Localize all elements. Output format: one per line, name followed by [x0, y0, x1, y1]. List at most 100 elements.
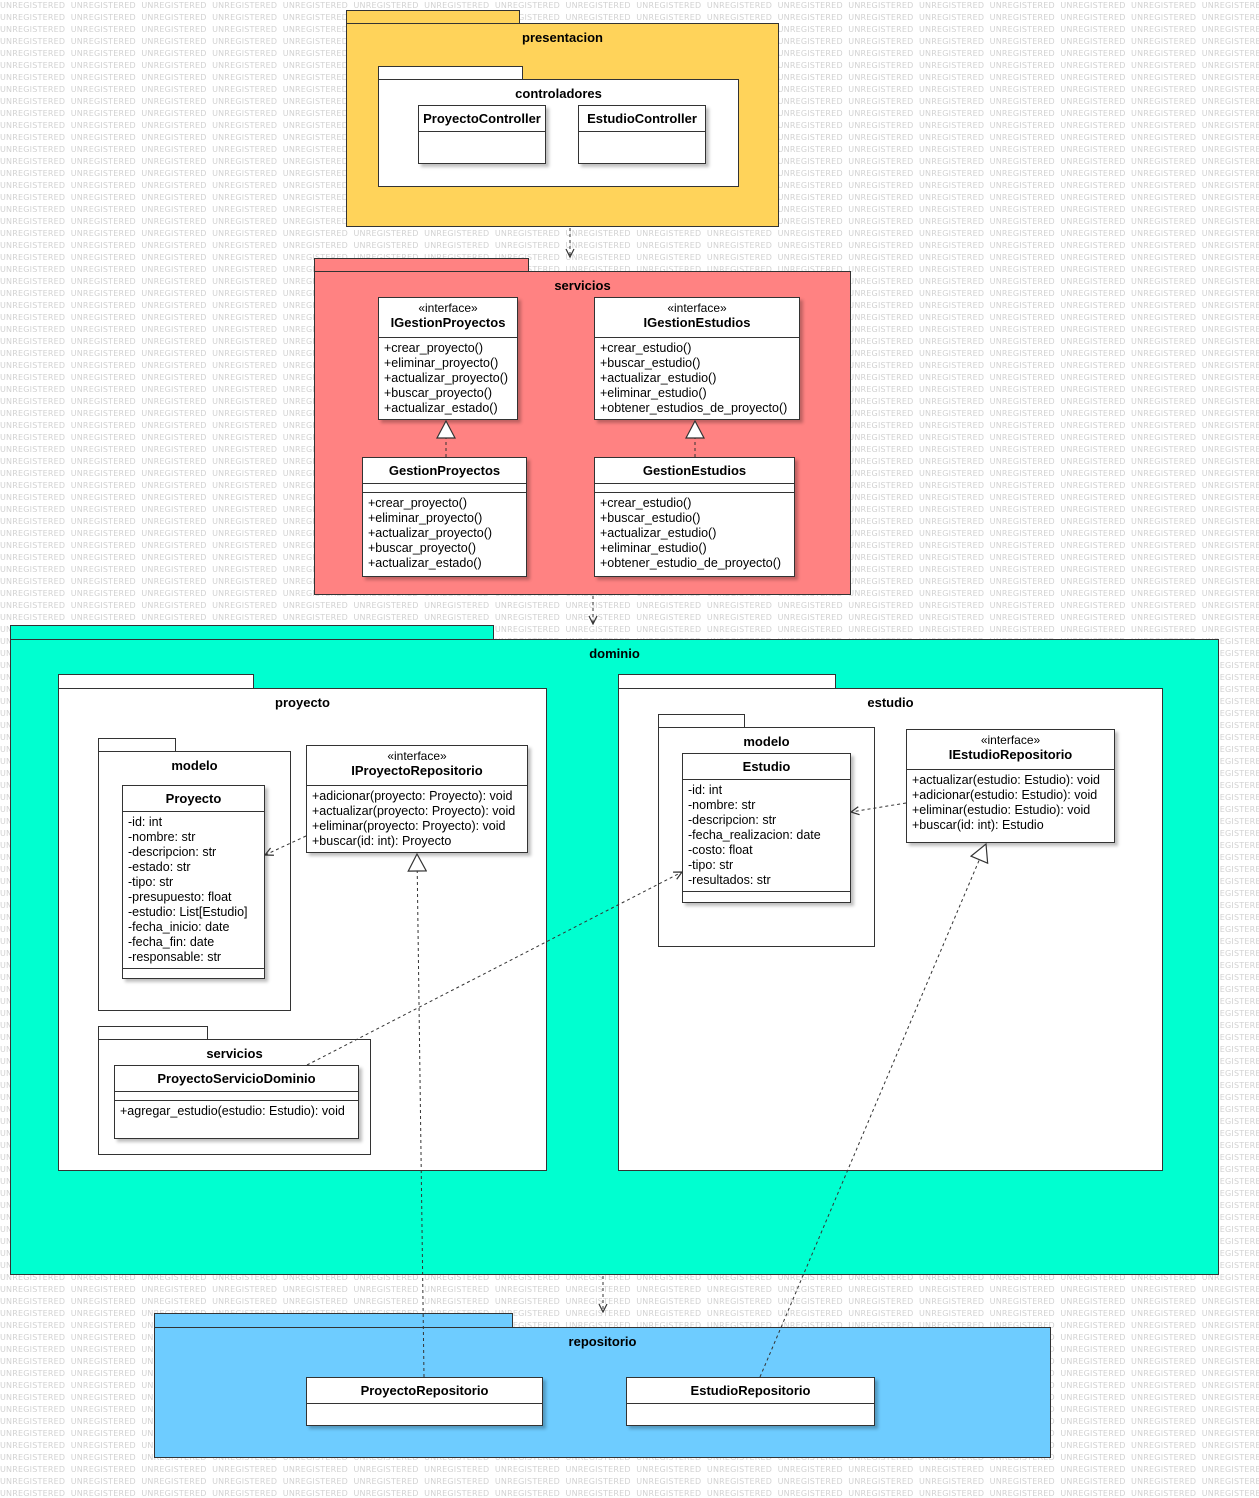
member-3: +actualizar_estudio() — [600, 371, 717, 385]
class-name: IGestionProyectos — [390, 315, 506, 330]
interface-igestion-proyectos[interactable]: «interface» IGestionProyectos +crear_proy… — [378, 297, 518, 420]
class-name: Proyecto — [165, 791, 222, 806]
package-estudio-modelo-tab — [658, 714, 745, 728]
package-servicios-tab — [314, 258, 529, 272]
class-gestion-estudios[interactable]: GestionEstudios +crear_estudio() +buscar_… — [594, 457, 795, 577]
member-5: +obtener_estudios_de_proyecto() — [600, 401, 788, 415]
member-5: +actualizar_estado() — [384, 401, 498, 415]
member-4: -fecha_realizacion: date — [688, 828, 821, 842]
class-name: GestionEstudios — [642, 463, 747, 478]
member-4: +buscar(id: int): Proyecto — [312, 834, 452, 848]
package-repositorio-title: repositorio — [568, 1334, 637, 1349]
package-proyecto-servicios-tab — [98, 1026, 208, 1040]
package-proyecto-tab — [58, 674, 254, 689]
member-3: +actualizar_estudio() — [600, 526, 717, 540]
class-name: IEstudioRepositorio — [948, 747, 1073, 762]
package-servicios-title: servicios — [554, 278, 611, 293]
package-proyecto-modelo-tab — [98, 738, 176, 752]
package-estudio-modelo-title: modelo — [743, 734, 790, 749]
class-proyecto-controller[interactable]: ProyectoController — [418, 105, 546, 164]
member-3: +actualizar_proyecto() — [368, 526, 493, 540]
package-repositorio-tab — [154, 1313, 513, 1328]
class-estudio[interactable]: Estudio -id: int -nombre: str -descripcion… — [682, 753, 851, 903]
member-1: +crear_estudio() — [600, 341, 692, 355]
operations: +actualizar(estudio: Estudio): void +adic… — [907, 770, 1114, 836]
class-name: EstudioRepositorio — [690, 1383, 811, 1398]
package-dominio-title: dominio — [589, 646, 640, 661]
member-1: +adicionar(proyecto: Proyecto): void — [312, 789, 513, 803]
operations: +agregar_estudio(estudio: Estudio): void — [115, 1101, 358, 1122]
class-name: IGestionEstudios — [643, 315, 751, 330]
stereotype-label: «interface» — [418, 301, 478, 315]
member-2: +eliminar_proyecto() — [368, 511, 483, 525]
member-3: -descripcion: str — [688, 813, 777, 827]
package-repositorio[interactable]: repositorio — [154, 1327, 1051, 1458]
member-1: +agregar_estudio(estudio: Estudio): void — [120, 1104, 345, 1118]
stereotype-label: «interface» — [387, 749, 447, 763]
member-4: +buscar(id: int): Estudio — [912, 818, 1044, 832]
member-3: +eliminar(proyecto: Proyecto): void — [312, 819, 506, 833]
package-estudio-tab — [618, 674, 836, 689]
member-3: +eliminar(estudio: Estudio): void — [912, 803, 1091, 817]
member-1: +crear_proyecto() — [368, 496, 467, 510]
operations: +crear_estudio() +buscar_estudio() +actual… — [595, 338, 799, 419]
member-7: -estudio: List[Estudio] — [128, 905, 248, 919]
member-4: +eliminar_estudio() — [600, 386, 707, 400]
class-name: GestionProyectos — [388, 463, 501, 478]
member-2: +actualizar(proyecto: Proyecto): void — [312, 804, 516, 818]
operations: +crear_proyecto() +eliminar_proyecto() +ac… — [379, 338, 517, 419]
member-4: +buscar_proyecto() — [384, 386, 493, 400]
member-5: -costo: float — [688, 843, 753, 857]
member-2: +buscar_estudio() — [600, 356, 701, 370]
member-2: +eliminar_proyecto() — [384, 356, 499, 370]
package-controladores-title: controladores — [515, 86, 602, 101]
stereotype-label: «interface» — [667, 301, 727, 315]
member-3: -descripcion: str — [128, 845, 217, 859]
package-estudio-title: estudio — [867, 695, 914, 710]
package-controladores-tab — [378, 66, 523, 80]
package-presentacion-tab — [346, 10, 520, 24]
attributes: -id: int -nombre: str -descripcion: str -fe… — [683, 780, 850, 892]
class-proyecto-servicio-dominio[interactable]: ProyectoServicioDominio +agregar_estudio… — [114, 1065, 359, 1139]
class-estudio-controller[interactable]: EstudioController — [578, 105, 706, 164]
member-1: +actualizar(estudio: Estudio): void — [912, 773, 1100, 787]
package-proyecto-title: proyecto — [275, 695, 330, 710]
class-gestion-proyectos[interactable]: GestionProyectos +crear_proyecto() +elimi… — [362, 457, 527, 577]
member-5: +obtener_estudio_de_proyecto() — [600, 556, 782, 570]
stereotype-label: «interface» — [980, 733, 1041, 747]
member-1: -id: int — [688, 783, 723, 797]
package-proyecto-modelo-title: modelo — [171, 758, 218, 773]
interface-iproyecto-repositorio[interactable]: «interface» IProyectoRepositorio +adicion… — [306, 745, 528, 853]
member-1: +crear_proyecto() — [384, 341, 483, 355]
operations: +adicionar(proyecto: Proyecto): void +act… — [307, 786, 527, 852]
member-4: +buscar_proyecto() — [368, 541, 477, 555]
class-proyecto-repositorio[interactable]: ProyectoRepositorio — [306, 1377, 543, 1426]
package-presentacion-title: presentacion — [522, 30, 603, 45]
member-4: +eliminar_estudio() — [600, 541, 707, 555]
member-5: -tipo: str — [128, 875, 174, 889]
member-10: -responsable: str — [128, 950, 222, 964]
class-name: Estudio — [742, 759, 791, 774]
member-2: -nombre: str — [128, 830, 196, 844]
class-name: IProyectoRepositorio — [351, 763, 483, 778]
operations: +crear_estudio() +buscar_estudio() +actual… — [595, 493, 794, 574]
member-1: -id: int — [128, 815, 163, 829]
member-2: -nombre: str — [688, 798, 756, 812]
member-8: -fecha_inicio: date — [128, 920, 230, 934]
class-estudio-repositorio[interactable]: EstudioRepositorio — [626, 1377, 875, 1426]
attributes: -id: int -nombre: str -descripcion: str -es… — [123, 812, 264, 969]
class-name: ProyectoServicioDominio — [157, 1071, 316, 1086]
class-proyecto[interactable]: Proyecto -id: int -nombre: str -descripcio… — [122, 785, 265, 979]
interface-igestion-estudios[interactable]: «interface» IGestionEstudios +crear_estud… — [594, 297, 800, 420]
member-9: -fecha_fin: date — [128, 935, 215, 949]
member-2: +adicionar(estudio: Estudio): void — [912, 788, 1098, 802]
member-6: -presupuesto: float — [128, 890, 232, 904]
package-dominio-tab — [10, 625, 494, 640]
member-7: -resultados: str — [688, 873, 771, 887]
package-proyecto-servicios-title: servicios — [206, 1046, 263, 1061]
interface-iestudio-repositorio[interactable]: «interface» IEstudioRepositorio +actualiz… — [906, 729, 1115, 843]
member-3: +actualizar_proyecto() — [384, 371, 509, 385]
member-6: -tipo: str — [688, 858, 734, 872]
member-5: +actualizar_estado() — [368, 556, 482, 570]
class-name: ProyectoController — [423, 111, 541, 126]
